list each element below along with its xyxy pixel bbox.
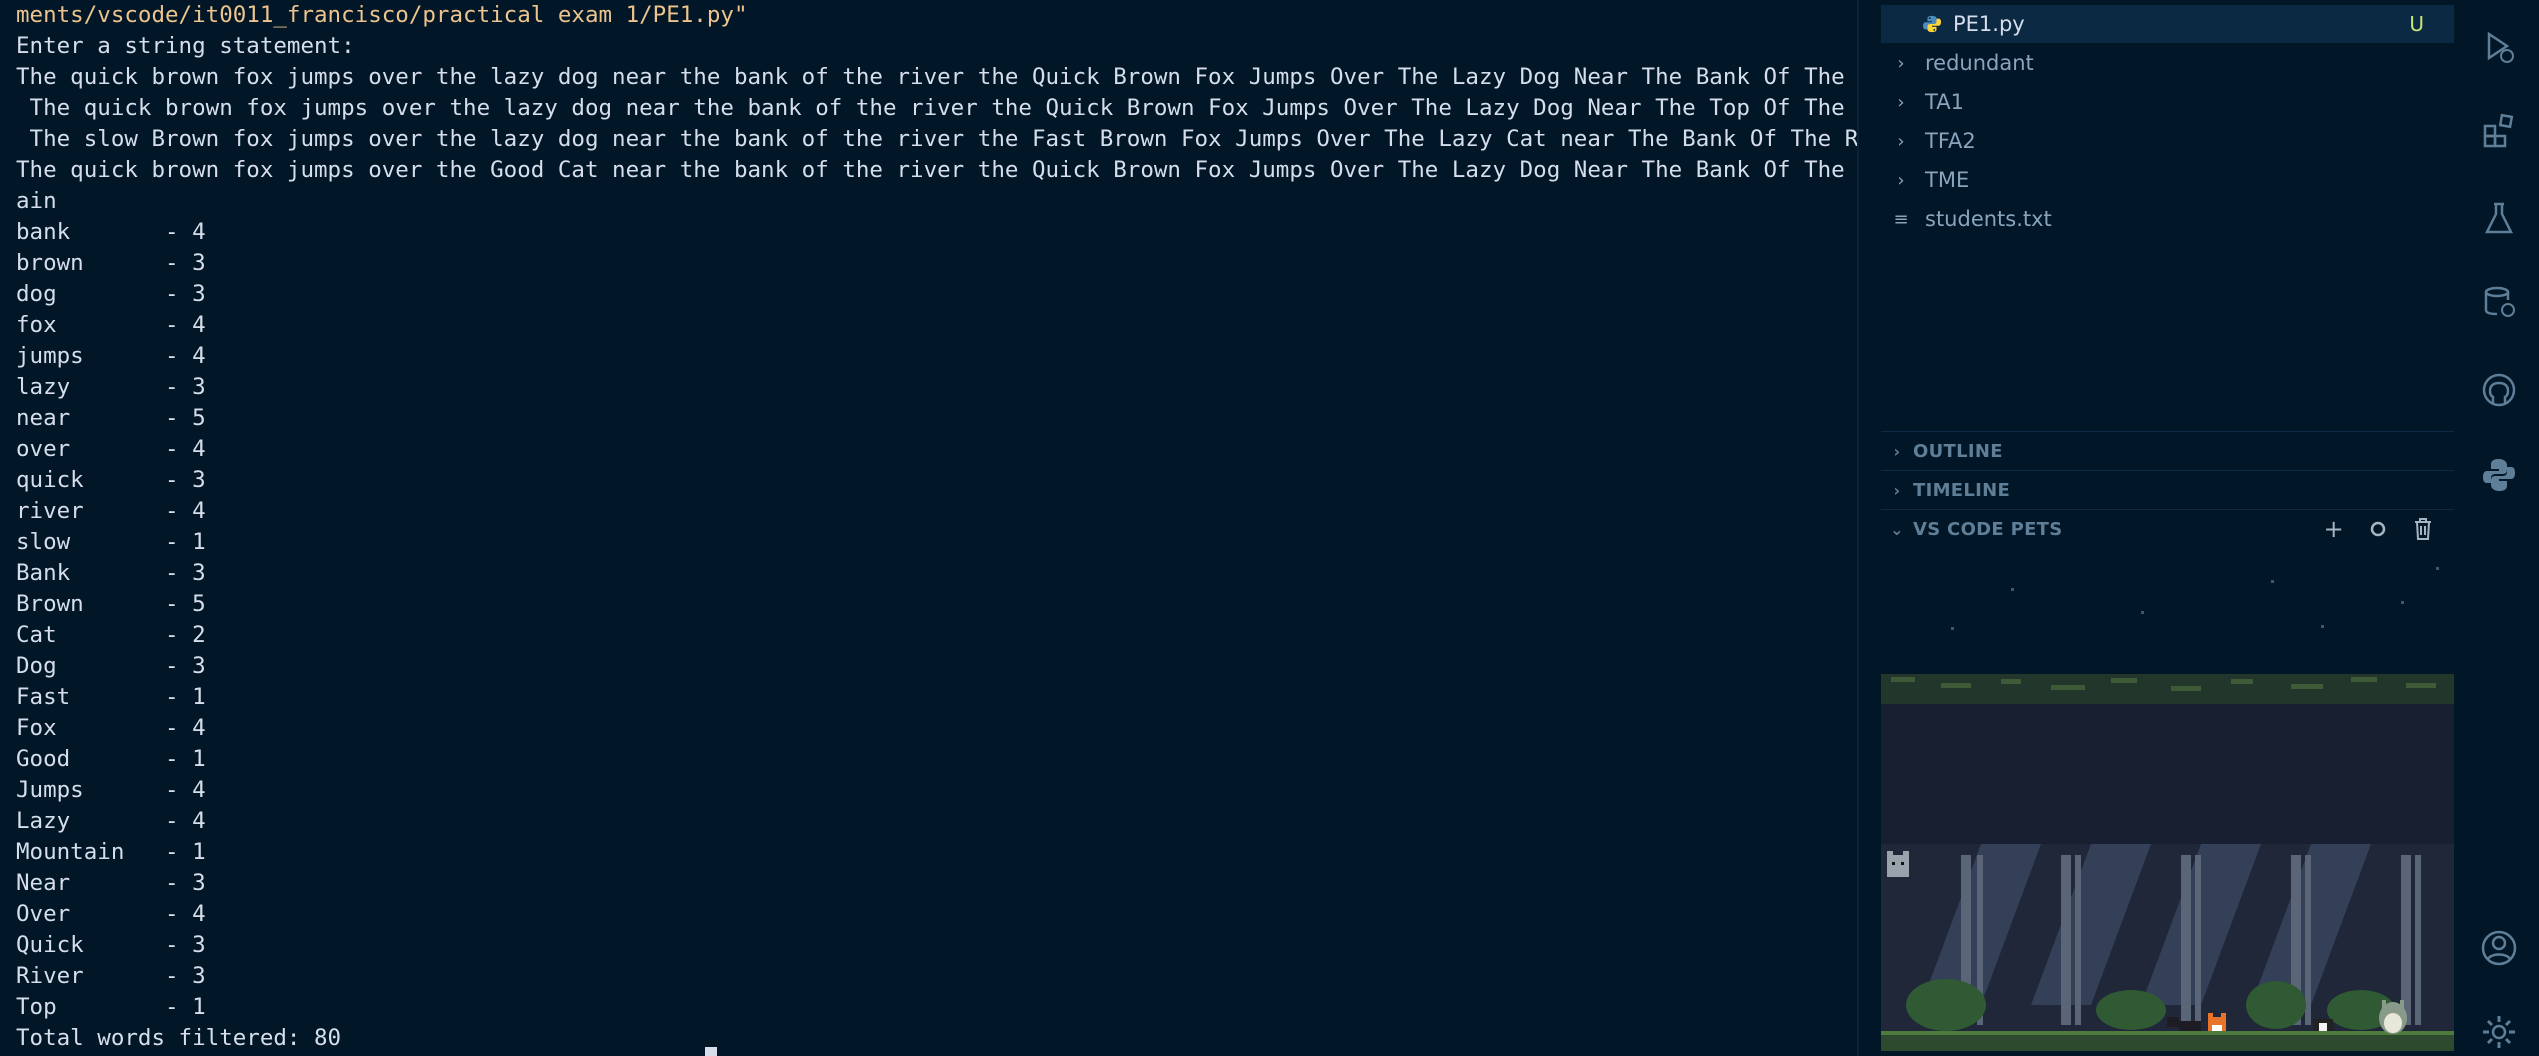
explorer-folder-tfa2[interactable]: › TFA2 <box>1881 122 2454 160</box>
terminal-panel[interactable]: ments/vscode/it0011_francisco/practical … <box>0 0 1857 1056</box>
chevron-right-icon: › <box>1897 169 1905 191</box>
terminal-line: slow - 1 <box>16 529 206 555</box>
forest-scene-image <box>1881 567 2454 1051</box>
explorer-file-pe1[interactable]: PE1.py U <box>1881 5 2454 43</box>
terminal-line: ain <box>16 188 57 214</box>
terminal-line: over - 4 <box>16 436 206 462</box>
account-icon[interactable] <box>2479 928 2519 968</box>
terminal-line: brown - 3 <box>16 250 206 276</box>
pet-cat-tuxedo <box>2313 1019 2333 1031</box>
terminal-line: Bank - 3 <box>16 560 206 586</box>
section-timeline[interactable]: › TIMELINE <box>1881 470 2454 509</box>
terminal-line: The quick brown fox jumps over the Good … <box>16 157 1857 183</box>
chevron-right-icon: › <box>1897 91 1905 113</box>
section-title: TIMELINE <box>1913 479 2011 501</box>
explorer-file-students[interactable]: ≡ students.txt <box>1881 200 2454 238</box>
section-title: OUTLINE <box>1913 440 2003 462</box>
terminal-line: Lazy - 4 <box>16 808 206 834</box>
section-outline[interactable]: › OUTLINE <box>1881 431 2454 470</box>
terminal-line: Cat - 2 <box>16 622 206 648</box>
terminal-line: near - 5 <box>16 405 206 431</box>
explorer-file-label: PE1.py <box>1953 12 2025 36</box>
python-file-icon <box>1923 15 1941 33</box>
run-debug-icon[interactable] <box>2479 26 2519 66</box>
explorer-folder-label: TME <box>1925 168 1970 192</box>
terminal-line: river - 4 <box>16 498 206 524</box>
git-status-badge: U <box>2409 12 2424 36</box>
activity-bar <box>2459 0 2539 1056</box>
terminal-line: Enter a string statement: <box>16 33 355 59</box>
add-icon[interactable]: + <box>2324 515 2344 543</box>
terminal-line: Over - 4 <box>16 901 206 927</box>
text-file-icon: ≡ <box>1893 208 1909 230</box>
terminal-line: Fox - 4 <box>16 715 206 741</box>
extensions-icon[interactable] <box>2479 110 2519 150</box>
pets-actions: + <box>2324 515 2434 543</box>
terminal-line: dog - 3 <box>16 281 206 307</box>
database-icon[interactable] <box>2479 282 2519 322</box>
terminal-line: ments/vscode/it0011_francisco/practical … <box>16 2 748 28</box>
ball-icon[interactable] <box>2368 519 2388 539</box>
section-vscode-pets[interactable]: ⌄ VS CODE PETS + <box>1881 509 2454 548</box>
terminal-line: Brown - 5 <box>16 591 206 617</box>
pet-totoro <box>2379 1000 2407 1034</box>
settings-gear-icon[interactable] <box>2479 1012 2519 1052</box>
terminal-line: River - 3 <box>16 963 206 989</box>
explorer-folder-ta1[interactable]: › TA1 <box>1881 83 2454 121</box>
explorer-folder-label: TA1 <box>1925 90 1964 114</box>
terminal-line: Good - 1 <box>16 746 206 772</box>
terminal-line: bank - 4 <box>16 219 206 245</box>
trash-icon[interactable] <box>2412 517 2434 541</box>
terminal-line: Total words filtered: 80 <box>16 1025 342 1051</box>
explorer-folder-redundant[interactable]: › redundant <box>1881 44 2454 82</box>
testing-icon[interactable] <box>2479 198 2519 238</box>
terminal-cursor <box>705 1047 717 1056</box>
terminal-line: Near - 3 <box>16 870 206 896</box>
chevron-down-icon: ⌄ <box>1890 519 1904 539</box>
chevron-right-icon: › <box>1893 480 1901 500</box>
explorer-folder-tme[interactable]: › TME <box>1881 161 2454 199</box>
terminal-line: The quick brown fox jumps over the lazy … <box>16 95 1857 121</box>
terminal-line: Fast - 1 <box>16 684 206 710</box>
terminal-line: The quick brown fox jumps over the lazy … <box>16 64 1857 90</box>
explorer-folder-label: redundant <box>1925 51 2034 75</box>
github-icon[interactable] <box>2479 370 2519 410</box>
terminal-output: ments/vscode/it0011_francisco/practical … <box>16 0 1857 1054</box>
vscode-window: ments/vscode/it0011_francisco/practical … <box>0 0 2539 1056</box>
section-title: VS CODE PETS <box>1913 518 2063 540</box>
terminal-line: quick - 3 <box>16 467 206 493</box>
terminal-line: lazy - 3 <box>16 374 206 400</box>
explorer-sidebar: PE1.py U › redundant › TA1 › TFA2 › TME … <box>1859 0 2459 1056</box>
terminal-line: Dog - 3 <box>16 653 206 679</box>
explorer-file-label: students.txt <box>1925 207 2052 231</box>
explorer-folder-label: TFA2 <box>1925 129 1976 153</box>
terminal-line: Top - 1 <box>16 994 206 1020</box>
chevron-right-icon: › <box>1897 130 1905 152</box>
terminal-line: jumps - 4 <box>16 343 206 369</box>
terminal-line: Mountain - 1 <box>16 839 206 865</box>
terminal-line: Jumps - 4 <box>16 777 206 803</box>
pets-scene[interactable] <box>1881 555 2454 1051</box>
chevron-right-icon: › <box>1897 52 1905 74</box>
chevron-right-icon: › <box>1893 441 1901 461</box>
terminal-line: Quick - 3 <box>16 932 206 958</box>
terminal-line: The slow Brown fox jumps over the lazy d… <box>16 126 1857 152</box>
terminal-line: fox - 4 <box>16 312 206 338</box>
python-icon[interactable] <box>2479 455 2519 495</box>
